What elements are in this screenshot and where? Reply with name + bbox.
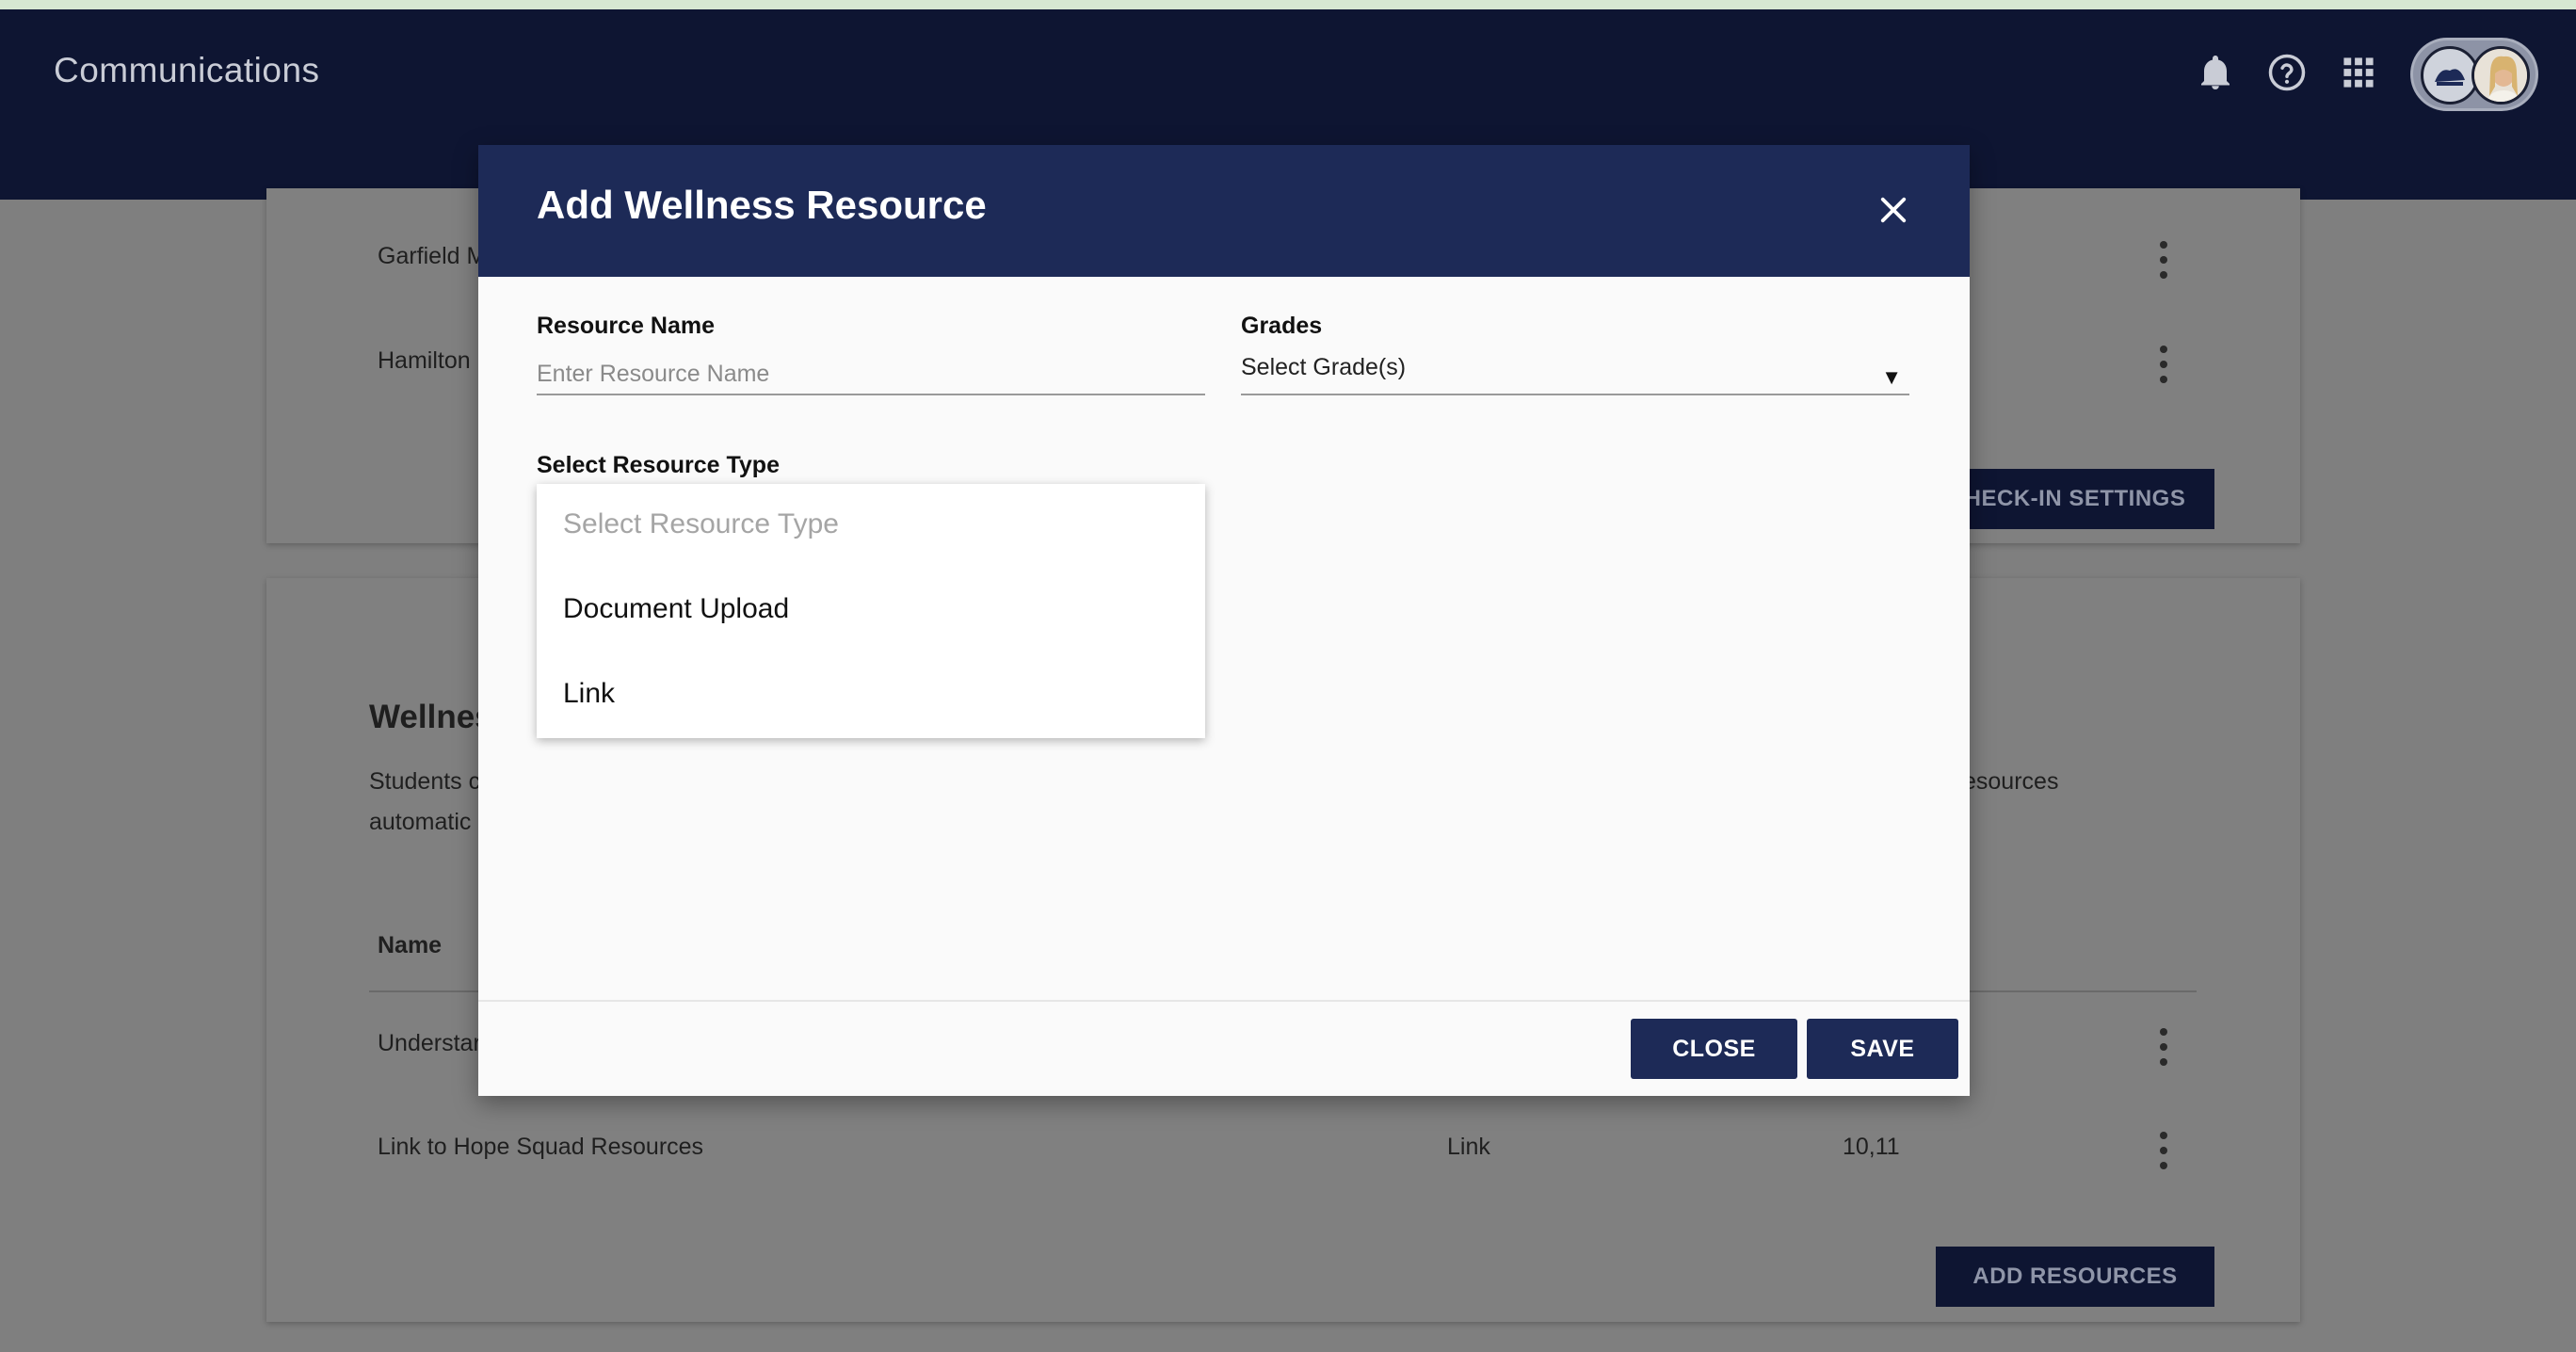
row-menu-icon[interactable] bbox=[2158, 1028, 2169, 1066]
close-icon[interactable] bbox=[1870, 186, 1917, 233]
row-menu-icon[interactable] bbox=[2158, 1132, 2169, 1169]
save-button[interactable]: SAVE bbox=[1807, 1019, 1958, 1079]
add-wellness-resource-dialog: Add Wellness Resource Resource Name Grad… bbox=[478, 145, 1970, 1096]
dropdown-arrow-icon: ▼ bbox=[1881, 365, 1902, 389]
dialog-footer-divider bbox=[478, 1000, 1970, 1002]
column-header-name: Name bbox=[378, 932, 443, 958]
section-title: Welln­es bbox=[369, 699, 493, 735]
school-logo-icon bbox=[2421, 46, 2479, 105]
checkin-settings-button[interactable]: HECK-IN SETTINGS bbox=[1936, 469, 2214, 529]
account-switcher[interactable] bbox=[2410, 38, 2538, 111]
table-row-name: Hamilton bbox=[378, 347, 471, 374]
table-row-name: Garfield M bbox=[378, 243, 487, 269]
row-menu-icon[interactable] bbox=[2158, 241, 2169, 279]
dialog-header: Add Wellness Resource bbox=[478, 145, 1970, 277]
app-title: Communications bbox=[54, 51, 320, 89]
grades-select[interactable]: Select Grade(s) ▼ bbox=[1241, 354, 1909, 395]
resource-name-label: Resource Name bbox=[537, 313, 715, 339]
resource-type-label: Select Resource Type bbox=[537, 452, 780, 478]
option-link[interactable]: Link bbox=[563, 678, 615, 710]
top-accent-line bbox=[0, 0, 2576, 9]
row-menu-icon[interactable] bbox=[2158, 346, 2169, 383]
option-document-upload[interactable]: Document Upload bbox=[563, 593, 789, 625]
add-resources-button[interactable]: ADD RESOURCES bbox=[1936, 1247, 2214, 1307]
grades-selected-value: Select Grade(s) bbox=[1241, 354, 1407, 380]
dialog-title: Add Wellness Resource bbox=[537, 183, 987, 227]
table-row-name: Link to Hope Squad Resources bbox=[378, 1134, 704, 1160]
resource-name-input[interactable] bbox=[537, 354, 1205, 395]
option-select-resource-type[interactable]: Select Resource Type bbox=[563, 508, 839, 540]
section-description: Students c bbox=[369, 768, 481, 795]
section-description: automatic bbox=[369, 809, 472, 835]
apps-grid-icon[interactable] bbox=[2337, 51, 2380, 94]
table-row-type: Link bbox=[1447, 1134, 1490, 1160]
user-avatar bbox=[2471, 46, 2530, 105]
bell-icon[interactable] bbox=[2194, 51, 2237, 94]
table-row-grades: 10,11 bbox=[1843, 1134, 1900, 1160]
section-description: esources bbox=[1963, 768, 2059, 795]
help-icon[interactable] bbox=[2265, 51, 2309, 94]
grades-label: Grades bbox=[1241, 313, 1323, 339]
table-row-name: Understar bbox=[378, 1030, 481, 1056]
close-button[interactable]: CLOSE bbox=[1631, 1019, 1797, 1079]
resource-type-dropdown: Select Resource Type Document Upload Lin… bbox=[537, 484, 1205, 738]
